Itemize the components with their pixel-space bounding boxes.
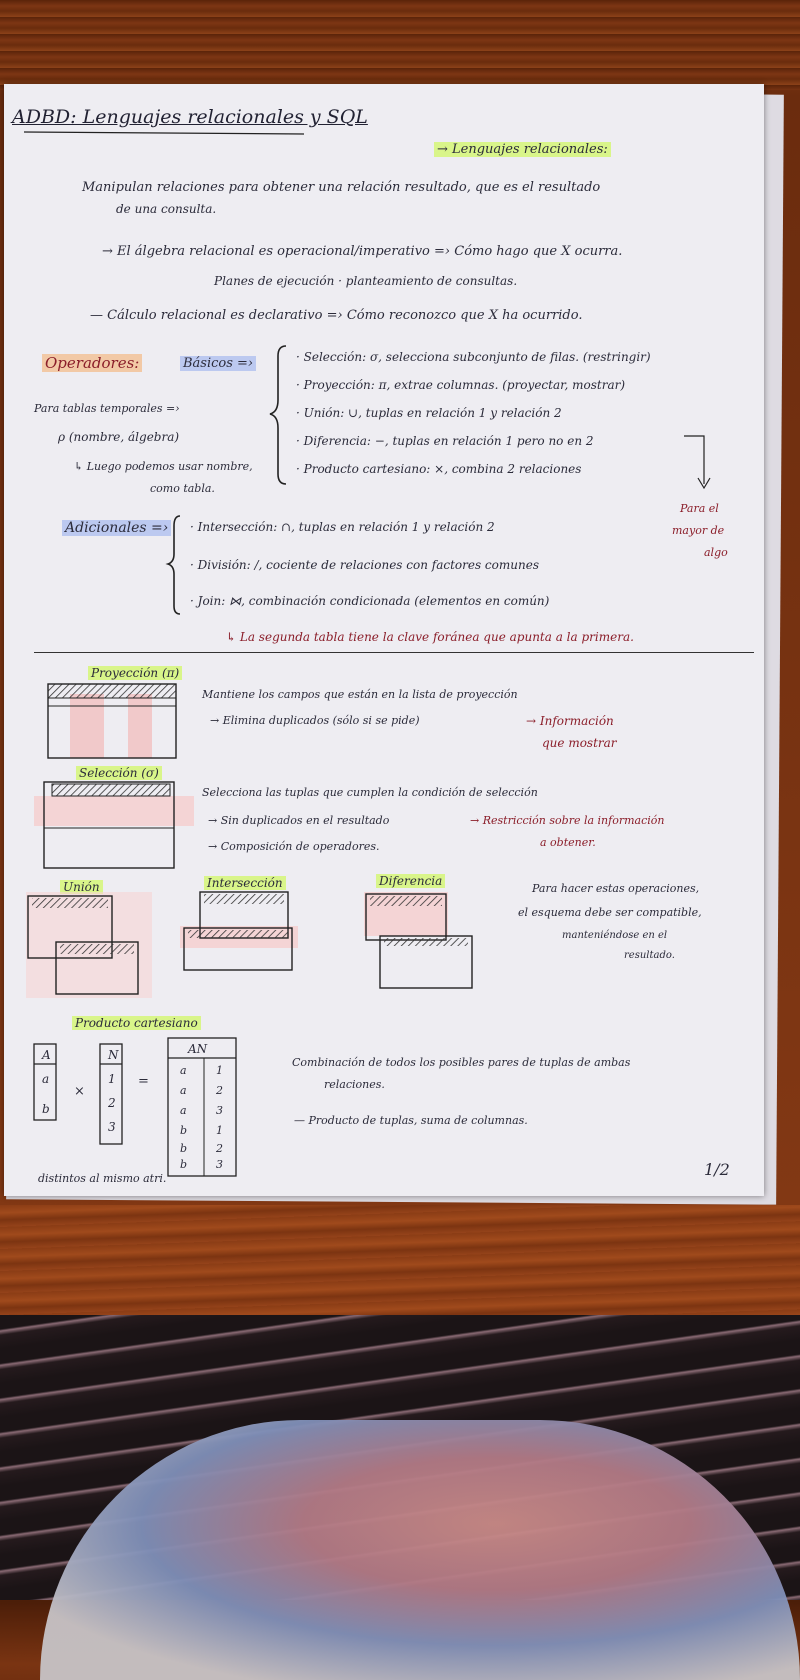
intersection-diagram bbox=[180, 891, 298, 971]
title-underline bbox=[23, 131, 305, 135]
basic-ops-brace bbox=[269, 345, 287, 485]
cartesian-tables bbox=[33, 1037, 237, 1177]
additional-ops-brace bbox=[165, 515, 181, 615]
desk-wood-top bbox=[0, 0, 800, 90]
union-diagram bbox=[26, 892, 152, 998]
notes-drawings bbox=[23, 131, 711, 1177]
difference-arrow bbox=[684, 435, 705, 484]
selection-diagram bbox=[34, 781, 194, 869]
desk-wood-bottom bbox=[0, 1205, 800, 1315]
projection-diagram bbox=[47, 683, 177, 759]
difference-diagram bbox=[364, 892, 473, 989]
notes-page: ADBD: Lenguajes relacionales y SQL → Len… bbox=[4, 84, 764, 1196]
